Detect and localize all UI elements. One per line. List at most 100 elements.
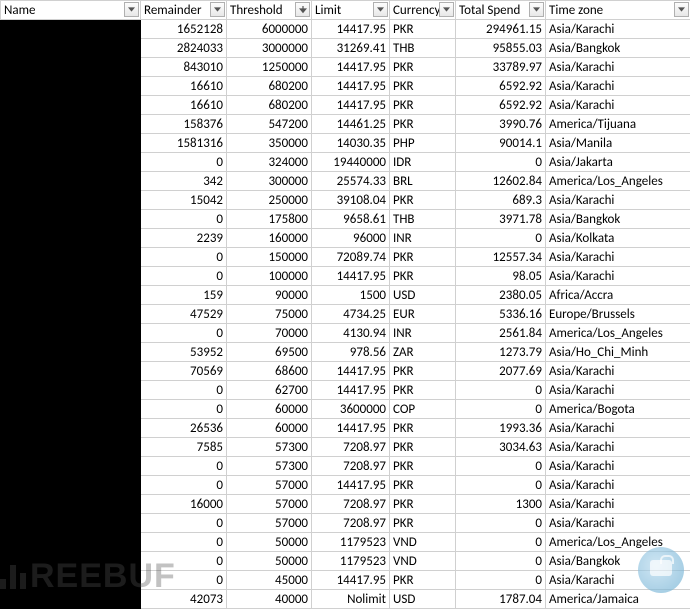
cell-timezone: Asia/Karachi — [546, 495, 690, 514]
cell-timezone: Asia/Karachi — [546, 381, 690, 400]
cell-currency: PKR — [390, 248, 456, 267]
filter-dropdown-icon[interactable] — [373, 2, 388, 17]
table-row[interactable]: 0600003600000COP0America/Bogota — [1, 400, 690, 419]
table-row[interactable]: 265366000014417.95PKR1993.36Asia/Karachi — [1, 419, 690, 438]
cell-threshold: 6000000 — [227, 20, 312, 39]
table-row[interactable]: 1504225000039108.04PKR689.3Asia/Karachi — [1, 191, 690, 210]
cell-limit: 4130.94 — [312, 324, 390, 343]
column-header-totalspend[interactable]: Total Spend — [456, 1, 546, 20]
column-header-threshold[interactable]: Threshold — [227, 1, 312, 20]
cell-timezone: Asia/Jakarta — [546, 153, 690, 172]
table-row[interactable]: 0700004130.94INR2561.84America/Los_Angel… — [1, 324, 690, 343]
cell-remainder: 0 — [141, 571, 227, 590]
table-row[interactable]: 01758009658.61THB3971.78Asia/Bangkok — [1, 210, 690, 229]
cell-totalspend: 0 — [456, 229, 546, 248]
cell-limit: 3600000 — [312, 400, 390, 419]
cell-remainder: 16000 — [141, 495, 227, 514]
table-row[interactable]: 7585573007208.97PKR3034.63Asia/Karachi — [1, 438, 690, 457]
cell-limit: 31269.41 — [312, 39, 390, 58]
cell-threshold: 50000 — [227, 552, 312, 571]
cell-limit: 39108.04 — [312, 191, 390, 210]
column-label: Limit — [315, 3, 341, 18]
column-label: Remainder — [144, 3, 202, 18]
table-row[interactable]: 0570007208.97PKR0Asia/Karachi — [1, 514, 690, 533]
cell-totalspend: 0 — [456, 153, 546, 172]
column-label: Total Spend — [459, 3, 520, 18]
table-row[interactable]: 16000570007208.97PKR1300Asia/Karachi — [1, 495, 690, 514]
cell-timezone: America/Los_Angeles — [546, 324, 690, 343]
table-row[interactable]: 705696860014417.95PKR2077.69Asia/Karachi — [1, 362, 690, 381]
cell-currency: VND — [390, 533, 456, 552]
column-header-currency[interactable]: Currency — [390, 1, 456, 20]
cell-limit: 19440000 — [312, 153, 390, 172]
table-row[interactable]: 015000072089.74PKR12557.34Asia/Karachi — [1, 248, 690, 267]
column-header-limit[interactable]: Limit — [312, 1, 390, 20]
table-row[interactable]: 0573007208.97PKR0Asia/Karachi — [1, 457, 690, 476]
cell-remainder: 1652128 — [141, 20, 227, 39]
cell-timezone: Asia/Karachi — [546, 58, 690, 77]
cell-timezone: Asia/Karachi — [546, 571, 690, 590]
cell-totalspend: 2077.69 — [456, 362, 546, 381]
cell-currency: PKR — [390, 381, 456, 400]
table-row[interactable]: 010000014417.95PKR98.05Asia/Karachi — [1, 267, 690, 286]
cell-currency: PKR — [390, 115, 456, 134]
cell-threshold: 680200 — [227, 77, 312, 96]
table-row[interactable]: 159900001500USD2380.05Africa/Accra — [1, 286, 690, 305]
cell-limit: 14461.25 — [312, 115, 390, 134]
cell-timezone: America/Los_Angeles — [546, 172, 690, 191]
table-row[interactable]: 223916000096000INR0Asia/Kolkata — [1, 229, 690, 248]
cell-remainder: 0 — [141, 153, 227, 172]
cell-name — [1, 115, 141, 134]
cell-threshold: 45000 — [227, 571, 312, 590]
column-header-name[interactable]: Name — [1, 1, 141, 20]
table-row[interactable]: 06270014417.95PKR0Asia/Karachi — [1, 381, 690, 400]
table-row[interactable]: 0500001179523VND0America/Los_Angeles — [1, 533, 690, 552]
table-row[interactable]: 032400019440000IDR0Asia/Jakarta — [1, 153, 690, 172]
cell-currency: VND — [390, 552, 456, 571]
cell-timezone: Asia/Bangkok — [546, 210, 690, 229]
cell-threshold: 100000 — [227, 267, 312, 286]
cell-remainder: 0 — [141, 324, 227, 343]
cell-name — [1, 514, 141, 533]
cell-totalspend: 3990.76 — [456, 115, 546, 134]
filter-dropdown-icon[interactable] — [439, 2, 454, 17]
cell-currency: PKR — [390, 495, 456, 514]
cell-name — [1, 267, 141, 286]
table-row[interactable]: 1661068020014417.95PKR6592.92Asia/Karach… — [1, 96, 690, 115]
column-header-timezone[interactable]: Time zone — [546, 1, 690, 20]
table-row[interactable]: 2824033300000031269.41THB95855.03Asia/Ba… — [1, 39, 690, 58]
filter-dropdown-icon[interactable] — [674, 2, 689, 17]
table-row[interactable]: 04500014417.95PKR0Asia/Karachi — [1, 571, 690, 590]
cell-currency: PKR — [390, 514, 456, 533]
table-row[interactable]: 1661068020014417.95PKR6592.92Asia/Karach… — [1, 77, 690, 96]
cell-threshold: 175800 — [227, 210, 312, 229]
cell-remainder: 0 — [141, 476, 227, 495]
table-row[interactable]: 0500001179523VND0Asia/Bangkok — [1, 552, 690, 571]
cell-limit: 14417.95 — [312, 571, 390, 590]
table-row[interactable]: 34230000025574.33BRL12602.84America/Los_… — [1, 172, 690, 191]
filter-dropdown-icon[interactable] — [124, 2, 139, 17]
table-row[interactable]: 843010125000014417.95PKR33789.97Asia/Kar… — [1, 58, 690, 77]
column-header-remainder[interactable]: Remainder — [141, 1, 227, 20]
cell-totalspend: 6592.92 — [456, 77, 546, 96]
column-label: Currency — [393, 3, 440, 18]
cell-remainder: 1581316 — [141, 134, 227, 153]
table-row[interactable]: 158131635000014030.35PHP90014.1Asia/Mani… — [1, 134, 690, 153]
cell-limit: Nolimit — [312, 590, 390, 609]
cell-threshold: 70000 — [227, 324, 312, 343]
table-row[interactable]: 1652128600000014417.95PKR294961.15Asia/K… — [1, 20, 690, 39]
table-row[interactable]: 5395269500978.56ZAR1273.79Asia/Ho_Chi_Mi… — [1, 343, 690, 362]
cell-totalspend: 0 — [456, 552, 546, 571]
cell-threshold: 547200 — [227, 115, 312, 134]
table-row[interactable]: 15837654720014461.25PKR3990.76America/Ti… — [1, 115, 690, 134]
cell-threshold: 57000 — [227, 495, 312, 514]
table-row[interactable]: 05700014417.95PKR0Asia/Karachi — [1, 476, 690, 495]
cell-remainder: 0 — [141, 248, 227, 267]
table-row[interactable]: 47529750004734.25EUR5336.16Europe/Brusse… — [1, 305, 690, 324]
table-row[interactable]: 4207340000NolimitUSD1787.04America/Jamai… — [1, 590, 690, 609]
sort-desc-icon[interactable] — [295, 2, 310, 17]
filter-dropdown-icon[interactable] — [210, 2, 225, 17]
filter-dropdown-icon[interactable] — [529, 2, 544, 17]
cell-totalspend: 0 — [456, 381, 546, 400]
cell-name — [1, 400, 141, 419]
